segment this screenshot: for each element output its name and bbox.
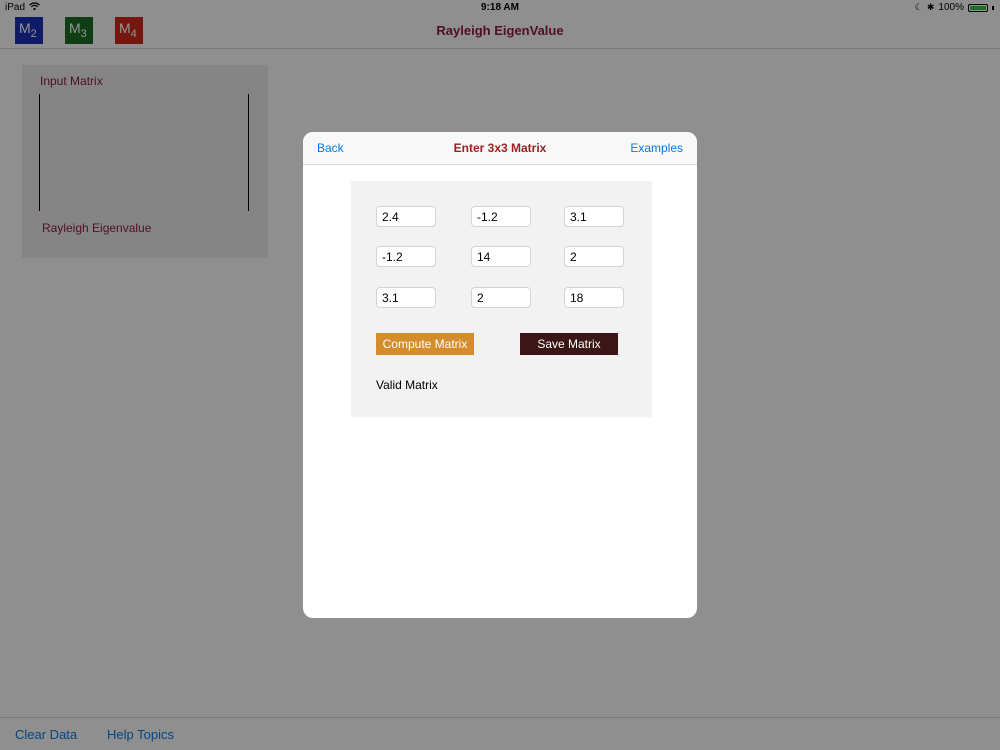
save-matrix-button[interactable]: Save Matrix bbox=[520, 333, 618, 355]
matrix-entry-panel: 2.4 -1.2 3.1 -1.2 14 2 3.1 2 18 Compute … bbox=[351, 181, 652, 417]
matrix-entry-modal: Back Enter 3x3 Matrix Examples 2.4 -1.2 … bbox=[303, 132, 697, 618]
app-screen: iPad 9:18 AM ☾ ✱ 100% M2 M3 M4 Rayleigh … bbox=[0, 0, 1000, 750]
matrix-cell-r2c3[interactable]: 2 bbox=[564, 246, 624, 267]
matrix-cell-r1c3[interactable]: 3.1 bbox=[564, 206, 624, 227]
modal-header: Back Enter 3x3 Matrix Examples bbox=[303, 132, 697, 165]
matrix-cell-r3c3[interactable]: 18 bbox=[564, 287, 624, 308]
matrix-cell-r1c2[interactable]: -1.2 bbox=[471, 206, 531, 227]
matrix-cell-r1c1[interactable]: 2.4 bbox=[376, 206, 436, 227]
matrix-cell-r2c1[interactable]: -1.2 bbox=[376, 246, 436, 267]
matrix-cell-r3c2[interactable]: 2 bbox=[471, 287, 531, 308]
matrix-status-text: Valid Matrix bbox=[376, 378, 438, 392]
matrix-cell-r3c1[interactable]: 3.1 bbox=[376, 287, 436, 308]
compute-matrix-button[interactable]: Compute Matrix bbox=[376, 333, 474, 355]
examples-button[interactable]: Examples bbox=[630, 141, 683, 155]
matrix-cell-r2c2[interactable]: 14 bbox=[471, 246, 531, 267]
